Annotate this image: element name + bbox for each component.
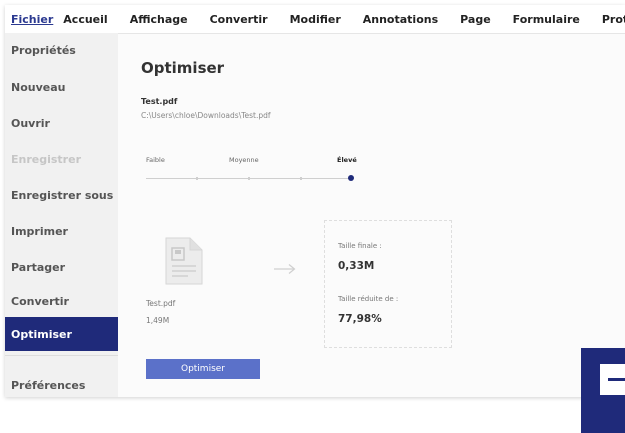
document-icon — [165, 237, 203, 285]
final-size-label: Taille finale : — [338, 242, 382, 250]
page-title: Optimiser — [141, 59, 225, 77]
source-file-name: Test.pdf — [146, 299, 176, 308]
sidebar-item-enregistrer-sous[interactable]: Enregistrer sous — [5, 180, 118, 210]
final-size-value: 0,33M — [338, 260, 375, 272]
sidebar-item-convertir[interactable]: Convertir — [5, 286, 118, 316]
main-panel: Optimiser Test.pdf C:\Users\chloe\Downlo… — [118, 33, 625, 397]
source-file-size: 1,49M — [146, 316, 170, 325]
level-label-faible[interactable]: Faible — [146, 156, 165, 164]
menu-accueil[interactable]: Accueil — [63, 13, 107, 26]
slider-tick — [248, 177, 250, 180]
level-label-eleve[interactable]: Élevé — [337, 156, 357, 164]
sidebar-item-proprietes[interactable]: Propriétés — [5, 35, 118, 65]
sidebar-item-enregistrer: Enregistrer — [11, 152, 81, 166]
menu-affichage[interactable]: Affichage — [130, 13, 188, 26]
file-path: C:\Users\chloe\Downloads\Test.pdf — [141, 111, 271, 120]
level-label-moyenne[interactable]: Moyenne — [229, 156, 259, 164]
menu-convertir[interactable]: Convertir — [210, 13, 268, 26]
file-name: Test.pdf — [141, 97, 178, 106]
menu-fichier[interactable]: Fichier — [11, 13, 53, 26]
sidebar-item-optimiser[interactable]: Optimiser — [5, 317, 118, 351]
menu-modifier[interactable]: Modifier — [290, 13, 341, 26]
sidebar-item-preferences[interactable]: Préférences — [5, 370, 118, 397]
sidebar-divider — [5, 355, 118, 356]
sidebar-item-partager[interactable]: Partager — [5, 252, 118, 282]
app-window: Fichier Accueil Affichage Convertir Modi… — [5, 5, 625, 397]
menu-bar: Fichier Accueil Affichage Convertir Modi… — [5, 5, 625, 34]
optimize-button[interactable]: Optimiser — [146, 359, 260, 379]
sidebar-item-imprimer[interactable]: Imprimer — [5, 216, 118, 246]
result-panel — [324, 220, 452, 348]
sidebar: Propriétés Nouveau Ouvrir Enregistrer En… — [5, 33, 118, 397]
menu-formulaire[interactable]: Formulaire — [513, 13, 580, 26]
sidebar-item-ouvrir[interactable]: Ouvrir — [5, 108, 118, 138]
sidebar-item-nouveau[interactable]: Nouveau — [5, 72, 118, 102]
menu-page[interactable]: Page — [460, 13, 491, 26]
arrow-right-icon — [274, 264, 296, 274]
reduced-size-label: Taille réduite de : — [338, 295, 399, 303]
slider-tick — [196, 177, 198, 180]
app-logo-icon — [581, 348, 625, 433]
compression-slider-knob[interactable] — [348, 175, 354, 181]
reduced-size-value: 77,98% — [338, 313, 382, 325]
slider-tick — [300, 177, 302, 180]
menu-protect[interactable]: Protect — [602, 13, 625, 26]
menu-annotations[interactable]: Annotations — [363, 13, 438, 26]
